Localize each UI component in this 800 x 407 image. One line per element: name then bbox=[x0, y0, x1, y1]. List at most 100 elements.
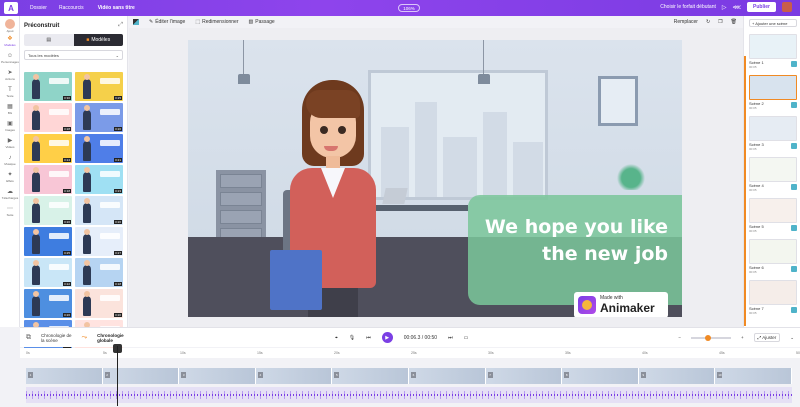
rail-item-images[interactable]: ▣ Images bbox=[0, 118, 20, 135]
template-thumb[interactable]: 0:22 bbox=[24, 258, 72, 287]
scene-clip[interactable]: 7 bbox=[485, 368, 563, 384]
template-thumb[interactable]: 0:30 bbox=[24, 72, 72, 101]
rail-item-ajout[interactable]: Ajout bbox=[0, 16, 20, 33]
scene-clip[interactable]: 5 bbox=[332, 368, 409, 384]
scene-item[interactable]: Scène 4 00:05 bbox=[749, 157, 797, 198]
scene-options-button[interactable] bbox=[791, 266, 797, 272]
play-button[interactable]: ▶ bbox=[381, 332, 393, 343]
scene-item[interactable]: Scène 7 00:05 bbox=[749, 280, 797, 321]
rail-item-effets[interactable]: ✦ Effets bbox=[0, 169, 20, 186]
refresh-icon[interactable]: ↻ bbox=[706, 19, 710, 25]
template-thumb[interactable]: 0:20 bbox=[75, 289, 123, 318]
scene-item[interactable]: Scène 2 00:05 bbox=[749, 75, 797, 116]
rail-item-telecharges[interactable]: ☁ Téléchargés bbox=[0, 186, 20, 203]
template-thumb[interactable]: 0:24 bbox=[24, 134, 72, 163]
zoom-in-icon[interactable]: + bbox=[741, 335, 744, 340]
animaker-logo-icon bbox=[578, 296, 596, 314]
scene-clip[interactable]: 3 bbox=[179, 368, 256, 384]
scene-options-button[interactable] bbox=[791, 102, 797, 108]
template-filter-select[interactable]: Tous les modèles ⌄ bbox=[24, 50, 123, 60]
rewind-icon[interactable]: ⏮ bbox=[366, 335, 371, 341]
choose-plan-link[interactable]: Choisir le forfait débutant bbox=[660, 4, 716, 10]
timeline-ruler[interactable]: 0s 5s 10s 15s 20s 25s 30s 35s 40s 45s 50s bbox=[20, 348, 800, 358]
fit-button[interactable]: ⤢ Ajuster bbox=[753, 333, 781, 342]
transition-button[interactable]: ▨ Passage bbox=[249, 19, 275, 25]
preview-icon[interactable]: ▷ bbox=[722, 4, 727, 11]
template-thumb[interactable]: 0:18 bbox=[75, 258, 123, 287]
template-thumb[interactable]: 0:26 bbox=[24, 289, 72, 318]
template-thumb[interactable]: 0:20 bbox=[24, 196, 72, 225]
animaker-logo[interactable]: A bbox=[4, 2, 18, 14]
scene-clip[interactable]: 9 bbox=[638, 368, 716, 384]
resize-button[interactable]: ⬚ Redimensionner bbox=[195, 19, 238, 25]
scene-options-button[interactable] bbox=[791, 307, 797, 313]
scene-options-button[interactable] bbox=[791, 184, 797, 190]
user-avatar[interactable] bbox=[782, 2, 792, 12]
template-thumb[interactable]: 0:25 bbox=[75, 72, 123, 101]
scene-options-button[interactable] bbox=[791, 143, 797, 149]
share-icon[interactable]: ⋘ bbox=[733, 4, 742, 11]
scene-clip[interactable]: 8 bbox=[562, 368, 639, 384]
zoom-slider[interactable] bbox=[690, 334, 731, 341]
menu-raccourcis[interactable]: Raccourcis bbox=[59, 5, 84, 11]
template-thumb[interactable]: 0:20 bbox=[75, 196, 123, 225]
audio-track[interactable] bbox=[26, 387, 792, 403]
rail-item-texte[interactable]: T Texte bbox=[0, 84, 20, 101]
zoom-level[interactable]: 106% bbox=[398, 4, 420, 12]
scene-item[interactable]: Scène 3 00:05 bbox=[749, 116, 797, 157]
publish-button[interactable]: Publier bbox=[747, 2, 776, 12]
ceiling-lamp bbox=[238, 40, 250, 88]
subtitles-icon[interactable]: ▭ bbox=[464, 335, 469, 341]
scene-track[interactable]: 1 2 3 4 5 6 7 8 9 10 bbox=[26, 368, 792, 384]
scene-clip[interactable]: 4 bbox=[255, 368, 333, 384]
replace-button[interactable]: Remplacer bbox=[674, 19, 698, 25]
template-thumb[interactable]: 0:20 bbox=[75, 103, 123, 132]
template-thumb[interactable]: 0:25 bbox=[24, 227, 72, 256]
segment-modeles[interactable]: ■ Modèles bbox=[73, 34, 123, 46]
rail-item-suite[interactable]: ⋯ Suite bbox=[0, 203, 20, 220]
color-swatch[interactable] bbox=[133, 19, 139, 25]
template-thumb[interactable]: 0:27 bbox=[75, 227, 123, 256]
scene-item[interactable]: Scène 1 00:05 bbox=[749, 34, 797, 75]
template-thumb[interactable]: 0:28 bbox=[24, 103, 72, 132]
scene-item[interactable]: Scène 5 00:05 bbox=[749, 198, 797, 239]
template-duration: 0:25 bbox=[114, 96, 122, 100]
scene-options-button[interactable] bbox=[791, 61, 797, 67]
clip-number: 2 bbox=[104, 372, 110, 378]
scene-clip[interactable]: 1 bbox=[26, 368, 103, 384]
rail-item-videos[interactable]: ▶ Vidéos bbox=[0, 135, 20, 152]
template-thumb[interactable]: 0:21 bbox=[75, 134, 123, 163]
rail-item-bg[interactable]: ▦ BG bbox=[0, 101, 20, 118]
project-title[interactable]: Vidéo sans titre bbox=[98, 5, 135, 11]
template-thumb[interactable]: 0:18 bbox=[24, 165, 72, 194]
add-scene-button[interactable]: + Ajouter une scène bbox=[749, 19, 797, 27]
template-thumb[interactable]: 0:23 bbox=[75, 165, 123, 194]
rail-item-modeles[interactable]: ❖ Modèles bbox=[0, 33, 20, 50]
rail-item-musique[interactable]: ♪ Musique bbox=[0, 152, 20, 169]
rail-item-personnages[interactable]: ☺ Personnages bbox=[0, 50, 20, 67]
segment-grid[interactable]: ▤ bbox=[24, 34, 74, 46]
grid-icon: ▤ bbox=[46, 37, 52, 43]
tab-global-timeline[interactable]: Chronologie globale bbox=[97, 333, 124, 343]
scene-clip[interactable]: 10 bbox=[715, 368, 792, 384]
skip-end-icon[interactable]: ⏭ bbox=[448, 335, 453, 341]
zoom-out-icon[interactable]: − bbox=[678, 335, 681, 340]
delete-icon[interactable]: 🗑 bbox=[731, 19, 737, 25]
scene-options-button[interactable] bbox=[791, 225, 797, 231]
character-woman[interactable] bbox=[268, 80, 398, 317]
tab-scene-timeline[interactable]: Chronologie de la scène bbox=[41, 333, 72, 343]
scene-canvas[interactable]: We hope you like the new job Made with A… bbox=[188, 40, 682, 317]
rail-item-actions[interactable]: ➤ Actions bbox=[0, 67, 20, 84]
menu-dossier[interactable]: Dossier bbox=[30, 5, 47, 11]
scene-clip[interactable]: 2 bbox=[102, 368, 180, 384]
edit-image-button[interactable]: ✎ Éditer l'image bbox=[149, 19, 185, 25]
copy-icon[interactable]: ❐ bbox=[718, 19, 722, 25]
microphone-icon[interactable]: 🎙 bbox=[349, 335, 355, 341]
ruler-tick: 35s bbox=[565, 351, 571, 355]
headline-text[interactable]: We hope you like the new job bbox=[478, 214, 668, 268]
scene-item[interactable]: Scène 6 00:05 bbox=[749, 239, 797, 280]
collapse-icon[interactable]: ⌄ bbox=[790, 335, 794, 341]
expand-icon[interactable]: ⤢ bbox=[118, 22, 123, 29]
scene-clip[interactable]: 6 bbox=[409, 368, 486, 384]
camera-icon[interactable]: ⌖ bbox=[335, 335, 338, 341]
